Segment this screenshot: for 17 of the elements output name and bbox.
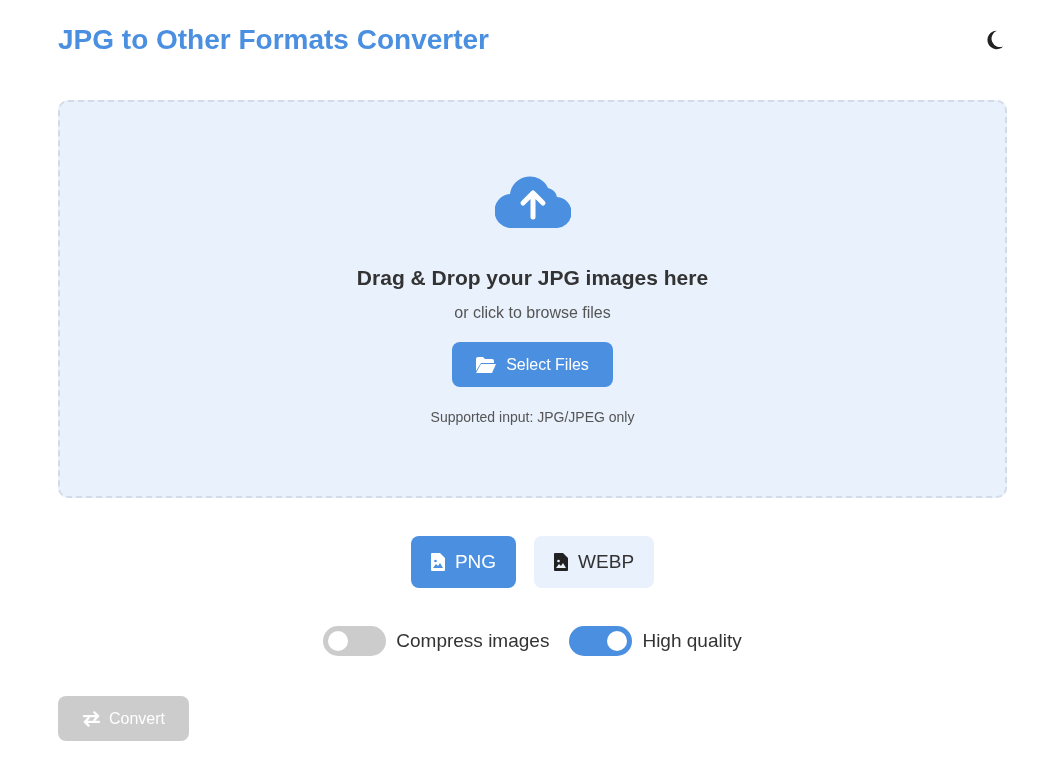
- page-title: JPG to Other Formats Converter: [58, 24, 489, 56]
- image-file-icon: [554, 553, 569, 571]
- cloud-upload-icon: [494, 174, 571, 228]
- folder-icon: [476, 356, 497, 373]
- toggle-label: Compress images: [396, 630, 550, 652]
- supported-note: Supported input: JPG/JPEG only: [430, 409, 635, 425]
- format-tab[interactable]: WEBP: [534, 536, 655, 588]
- swap-arrows-icon: [82, 710, 101, 727]
- drop-heading: Drag & Drop your JPG images here: [356, 266, 709, 290]
- format-tab[interactable]: PNG: [410, 536, 517, 588]
- drop-subtext: or click to browse files: [454, 304, 611, 322]
- select-files-button[interactable]: Select Files: [452, 342, 613, 387]
- toggle-switch[interactable]: [323, 626, 387, 656]
- drop-zone[interactable]: Drag & Drop your JPG images here or click to browse files Select Files Supported input: JPG/JPEG only: [58, 100, 1007, 498]
- toggle-label: High quality: [642, 630, 742, 652]
- image-file-icon: [430, 553, 445, 571]
- toggle-switch[interactable]: [569, 626, 633, 656]
